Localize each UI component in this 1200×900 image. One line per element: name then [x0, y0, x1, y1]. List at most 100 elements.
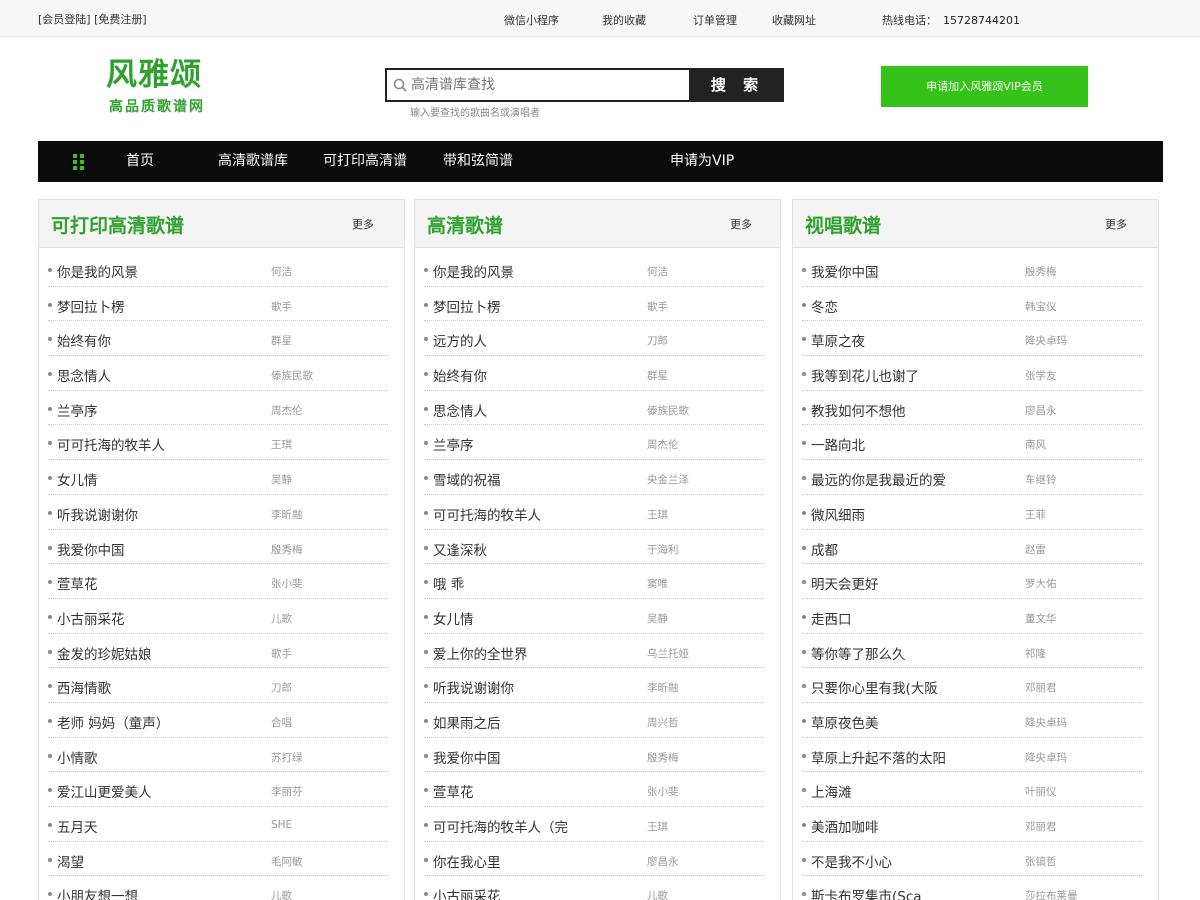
song-title-link[interactable]: 五月天	[57, 816, 98, 836]
song-list-item[interactable]: 西海情歌 刀郎	[48, 668, 388, 703]
song-list-item[interactable]: 梦回拉卜楞 歌手	[424, 287, 764, 322]
song-title-link[interactable]: 兰亭序	[433, 434, 474, 454]
search-button[interactable]: 搜 索	[691, 68, 784, 102]
song-title-link[interactable]: 草原上升起不落的太阳	[811, 747, 946, 767]
song-list-item[interactable]: 美酒加咖啡 邓丽君	[802, 807, 1142, 842]
menu-grid-icon[interactable]	[73, 154, 84, 170]
song-list-item[interactable]: 思念情人 傣族民歌	[424, 391, 764, 426]
song-title-link[interactable]: 等你等了那么久	[811, 643, 906, 663]
song-list-item[interactable]: 小朋友想一想 儿歌	[48, 876, 388, 900]
song-list-item[interactable]: 如果雨之后 周兴哲	[424, 703, 764, 738]
song-title-link[interactable]: 远方的人	[433, 330, 487, 350]
song-title-link[interactable]: 小朋友想一想	[57, 885, 138, 900]
song-list-item[interactable]: 爱江山更爱美人 李丽芬	[48, 772, 388, 807]
song-title-link[interactable]: 金发的珍妮姑娘	[57, 643, 152, 663]
song-title-link[interactable]: 小情歌	[57, 747, 98, 767]
song-title-link[interactable]: 美酒加咖啡	[811, 816, 879, 836]
song-list-item[interactable]: 思念情人 傣族民歌	[48, 356, 388, 391]
song-title-link[interactable]: 草原之夜	[811, 330, 865, 350]
song-title-link[interactable]: 爱江山更爱美人	[57, 781, 152, 801]
song-title-link[interactable]: 我爱你中国	[57, 539, 125, 559]
song-title-link[interactable]: 走西口	[811, 608, 852, 628]
song-list-item[interactable]: 只要你心里有我(大阪 邓丽君	[802, 668, 1142, 703]
song-list-item[interactable]: 走西口 董文华	[802, 599, 1142, 634]
song-title-link[interactable]: 你在我心里	[433, 851, 501, 871]
song-list-item[interactable]: 女儿情 吴静	[48, 460, 388, 495]
song-title-link[interactable]: 明天会更好	[811, 573, 879, 593]
song-title-link[interactable]: 我等到花儿也谢了	[811, 365, 919, 385]
song-title-link[interactable]: 成都	[811, 539, 838, 559]
song-list-item[interactable]: 女儿情 吴静	[424, 599, 764, 634]
song-title-link[interactable]: 哦 乖	[433, 573, 464, 593]
song-title-link[interactable]: 女儿情	[57, 469, 98, 489]
song-list-item[interactable]: 雪域的祝福 央金兰泽	[424, 460, 764, 495]
song-list-item[interactable]: 萱草花 张小斐	[48, 564, 388, 599]
song-title-link[interactable]: 萱草花	[57, 573, 98, 593]
song-title-link[interactable]: 冬恋	[811, 296, 838, 316]
bookmark-site-link[interactable]: 收藏网址	[772, 12, 816, 28]
song-list-item[interactable]: 冬恋 韩宝仪	[802, 287, 1142, 322]
nav-apply-vip[interactable]: 申请为VIP	[670, 141, 734, 182]
song-list-item[interactable]: 听我说谢谢你 李昕融	[424, 668, 764, 703]
song-title-link[interactable]: 最远的你是我最近的爱	[811, 469, 946, 489]
song-title-link[interactable]: 雪域的祝福	[433, 469, 501, 489]
song-list-item[interactable]: 你是我的风景 何洁	[424, 252, 764, 287]
song-list-item[interactable]: 又逢深秋 于海利	[424, 530, 764, 565]
song-title-link[interactable]: 西海情歌	[57, 677, 111, 697]
song-title-link[interactable]: 只要你心里有我(大阪	[811, 677, 938, 697]
song-title-link[interactable]: 小古丽采花	[433, 885, 501, 900]
song-list-item[interactable]: 我等到花儿也谢了 张学友	[802, 356, 1142, 391]
song-list-item[interactable]: 兰亭序 周杰伦	[48, 391, 388, 426]
search-input[interactable]	[411, 74, 681, 96]
order-management-link[interactable]: 订单管理	[693, 12, 737, 28]
song-list-item[interactable]: 你是我的风景 何洁	[48, 252, 388, 287]
song-title-link[interactable]: 爱上你的全世界	[433, 643, 528, 663]
wechat-miniprogram-link[interactable]: 微信小程序	[504, 12, 559, 28]
song-list-item[interactable]: 始终有你 群星	[424, 356, 764, 391]
song-title-link[interactable]: 教我如何不想他	[811, 400, 906, 420]
song-list-item[interactable]: 成都 赵雷	[802, 530, 1142, 565]
song-title-link[interactable]: 思念情人	[433, 400, 487, 420]
song-list-item[interactable]: 微风细雨 王菲	[802, 495, 1142, 530]
song-list-item[interactable]: 明天会更好 罗大佑	[802, 564, 1142, 599]
song-title-link[interactable]: 不是我不小心	[811, 851, 892, 871]
song-title-link[interactable]: 一路向北	[811, 434, 865, 454]
song-title-link[interactable]: 女儿情	[433, 608, 474, 628]
my-favorites-link[interactable]: 我的收藏	[602, 12, 646, 28]
register-link[interactable]: [免费注册]	[94, 13, 147, 26]
song-list-item[interactable]: 我爱你中国 殷秀梅	[48, 530, 388, 565]
more-link[interactable]: 更多	[1105, 216, 1127, 232]
song-title-link[interactable]: 我爱你中国	[811, 261, 879, 281]
song-title-link[interactable]: 思念情人	[57, 365, 111, 385]
song-list-item[interactable]: 斯卡布罗集市(Sca 莎拉布莱曼	[802, 876, 1142, 900]
song-title-link[interactable]: 上海滩	[811, 781, 852, 801]
song-title-link[interactable]: 梦回拉卜楞	[433, 296, 501, 316]
song-list-item[interactable]: 老师 妈妈（童声） 合唱	[48, 703, 388, 738]
song-list-item[interactable]: 听我说谢谢你 李昕融	[48, 495, 388, 530]
song-list-item[interactable]: 爱上你的全世界 乌兰托娅	[424, 634, 764, 669]
more-link[interactable]: 更多	[352, 216, 374, 232]
nav-home[interactable]: 首页	[126, 141, 154, 182]
song-title-link[interactable]: 我爱你中国	[433, 747, 501, 767]
song-list-item[interactable]: 小情歌 苏打绿	[48, 738, 388, 773]
song-list-item[interactable]: 哦 乖 窦唯	[424, 564, 764, 599]
song-list-item[interactable]: 草原夜色美 降央卓玛	[802, 703, 1142, 738]
song-list-item[interactable]: 我爱你中国 殷秀梅	[424, 738, 764, 773]
song-list-item[interactable]: 我爱你中国 殷秀梅	[802, 252, 1142, 287]
login-link[interactable]: [会员登陆]	[38, 13, 91, 26]
song-title-link[interactable]: 小古丽采花	[57, 608, 125, 628]
song-list-item[interactable]: 可可托海的牧羊人 王琪	[48, 425, 388, 461]
song-list-item[interactable]: 五月天 SHE	[48, 807, 388, 842]
join-vip-button[interactable]: 申请加入风雅颂VIP会员	[881, 66, 1088, 107]
song-title-link[interactable]: 又逢深秋	[433, 539, 487, 559]
song-list-item[interactable]: 金发的珍妮姑娘 歌手	[48, 634, 388, 669]
song-list-item[interactable]: 草原之夜 降央卓玛	[802, 321, 1142, 357]
song-list-item[interactable]: 可可托海的牧羊人 王琪	[424, 495, 764, 530]
nav-chord-numbered-score[interactable]: 带和弦简谱	[443, 141, 513, 182]
song-title-link[interactable]: 你是我的风景	[433, 261, 514, 281]
song-list-item[interactable]: 可可托海的牧羊人（完 王琪	[424, 807, 764, 842]
song-list-item[interactable]: 草原上升起不落的太阳 降央卓玛	[802, 738, 1142, 773]
song-title-link[interactable]: 老师 妈妈（童声）	[57, 712, 169, 732]
song-title-link[interactable]: 如果雨之后	[433, 712, 501, 732]
song-list-item[interactable]: 梦回拉卜楞 歌手	[48, 287, 388, 322]
